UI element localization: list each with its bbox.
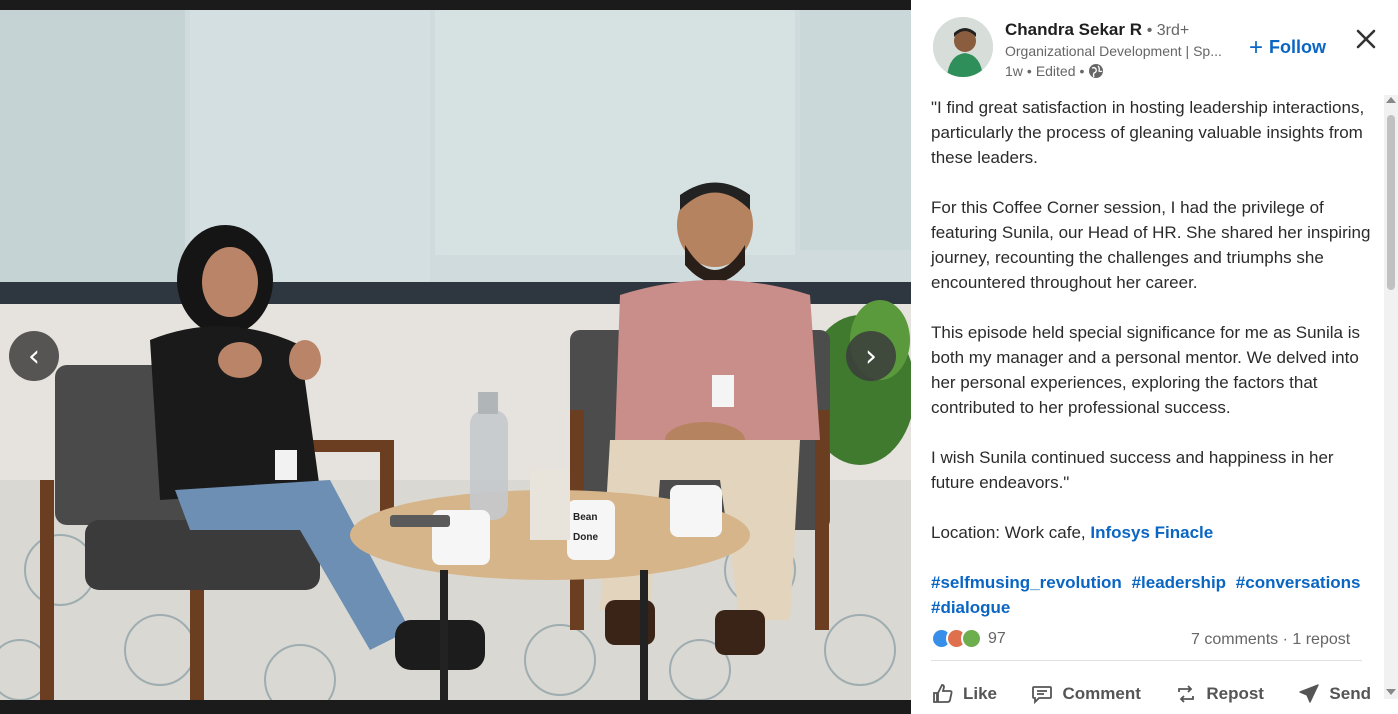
comment-icon [1032, 686, 1053, 705]
repost-icon [1178, 685, 1195, 703]
svg-text:Bean: Bean [573, 512, 597, 523]
send-button[interactable]: Send [1297, 682, 1371, 706]
send-icon [1299, 684, 1320, 703]
location-link[interactable]: Infosys Finacle [1090, 523, 1213, 542]
close-icon [1356, 29, 1376, 49]
hashtag-link[interactable]: #leadership [1132, 573, 1227, 592]
follow-label: Follow [1269, 37, 1327, 57]
comments-count-link[interactable]: 7 comments [1191, 631, 1278, 648]
reaction-count: 97 [988, 629, 1006, 647]
edited-label: Edited [1035, 63, 1076, 79]
post-panel: Chandra Sekar R • 3rd+ Organizational De… [911, 0, 1398, 714]
follow-button[interactable]: + Follow [1249, 33, 1327, 61]
action-bar: Like Comment Repost Send [931, 682, 1371, 706]
scroll-up-arrow-icon[interactable] [1386, 97, 1396, 103]
author-name[interactable]: Chandra Sekar R • 3rd+ [1005, 20, 1189, 40]
globe-icon [1088, 63, 1104, 79]
post-paragraph: I wish Sunila continued success and happ… [931, 448, 1334, 492]
chevron-left-icon: ‹ [28, 338, 40, 374]
repost-count-link[interactable]: 1 repost [1292, 631, 1350, 648]
hashtag-link[interactable]: #selfmusing_revolution [931, 573, 1122, 592]
meta-separator: • [1026, 63, 1032, 79]
location-text: Location: Work cafe, [931, 523, 1086, 542]
post-paragraph: This episode held special significance f… [931, 323, 1361, 417]
post-paragraph: For this Coffee Corner session, I had th… [931, 198, 1371, 292]
hashtag-link[interactable]: #dialogue [931, 598, 1010, 617]
chevron-right-icon: › [865, 338, 877, 374]
stats-separator: · [1282, 631, 1288, 648]
plus-icon: + [1249, 33, 1264, 61]
previous-image-button[interactable]: ‹ [9, 331, 59, 381]
svg-text:Done: Done [573, 532, 598, 543]
comment-label: Comment [1062, 684, 1141, 703]
like-label: Like [963, 684, 998, 703]
reactions-summary[interactable]: 97 [931, 628, 1006, 649]
post-location: Location: Work cafe, Infosys Finacle [931, 520, 1371, 545]
repost-button[interactable]: Repost [1174, 682, 1264, 706]
next-image-button[interactable]: › [846, 331, 896, 381]
engagement-stats: 7 comments · 1 repost [1191, 631, 1350, 649]
post-meta: 1w • Edited • [1005, 63, 1104, 79]
comment-button[interactable]: Comment [1030, 682, 1141, 706]
connection-degree: • 3rd+ [1146, 22, 1190, 39]
scroll-down-arrow-icon[interactable] [1386, 689, 1396, 695]
meta-separator: • [1079, 63, 1085, 79]
author-avatar[interactable] [933, 17, 993, 77]
post-time: 1w [1005, 63, 1023, 79]
post-paragraph: "I find great satisfaction in hosting le… [931, 98, 1365, 167]
thumbs-up-icon [933, 684, 953, 703]
hashtag-link[interactable]: #conversations [1236, 573, 1361, 592]
media-viewer: Bean Done ‹ › [0, 0, 911, 714]
post-body: "I find great satisfaction in hosting le… [931, 95, 1371, 570]
divider [931, 660, 1362, 661]
close-button[interactable] [1351, 24, 1381, 54]
hashtag-list: #selfmusing_revolution #leadership #conv… [931, 570, 1371, 620]
scroll-thumb[interactable] [1387, 115, 1395, 290]
panel-scrollbar[interactable] [1384, 95, 1398, 699]
repost-label: Repost [1206, 684, 1264, 703]
like-button[interactable]: Like [931, 682, 997, 706]
post-photo: Bean Done [0, 10, 911, 700]
support-reaction-icon [961, 628, 982, 649]
author-headline: Organizational Development | Sp... [1005, 43, 1222, 59]
reaction-icons [931, 628, 982, 649]
send-label: Send [1329, 684, 1371, 703]
